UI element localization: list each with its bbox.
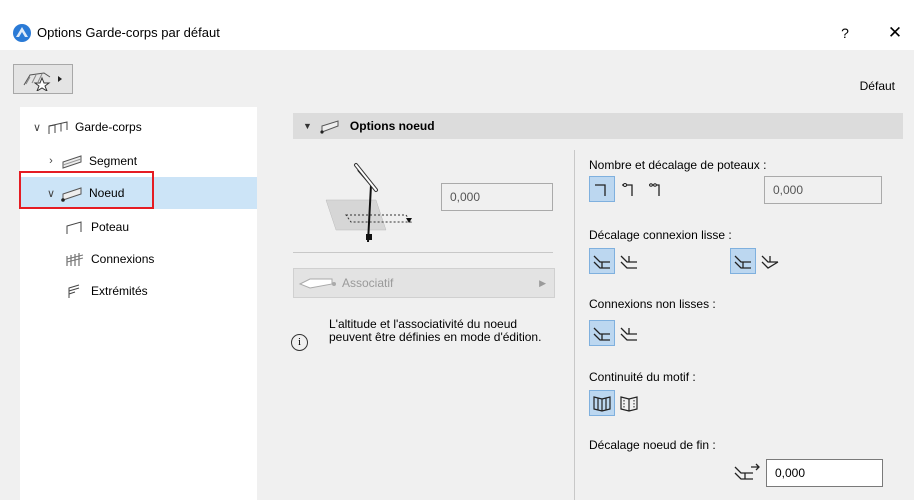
non-smooth-a-button[interactable] — [589, 320, 615, 346]
smooth-connection-alt-icon — [620, 255, 637, 269]
tree-item-garde-corps[interactable]: ∨ Garde-corps — [30, 113, 142, 141]
connections-icon — [66, 253, 84, 266]
segment-icon — [62, 155, 82, 169]
arrow-right-icon: ▶ — [539, 277, 546, 288]
node-elevation-field[interactable]: 0,000 — [441, 183, 553, 211]
associative-icon — [298, 278, 336, 289]
post-option-1-button[interactable] — [589, 176, 615, 202]
associative-button[interactable]: Associatif ▶ — [293, 268, 555, 298]
pattern-continuous-button[interactable] — [589, 390, 615, 416]
tree-item-label: Extrémités — [91, 284, 148, 298]
favorites-button[interactable] — [13, 64, 73, 94]
collapse-triangle-icon[interactable]: ▼ — [303, 121, 312, 131]
tree-item-poteau[interactable]: Poteau — [60, 213, 129, 241]
divider-vertical — [574, 150, 575, 500]
close-button[interactable]: ✕ — [880, 22, 910, 44]
end-node-offset-field[interactable]: 0,000 — [766, 459, 883, 487]
section-title: Options noeud — [349, 119, 435, 133]
node-preview-illustration — [325, 163, 412, 243]
ends-icon — [68, 284, 80, 298]
smooth-connection-angled-icon — [761, 255, 779, 269]
divider-horizontal — [293, 252, 553, 253]
non-smooth-label: Connexions non lisses : — [589, 297, 716, 311]
post-option-2-button[interactable] — [616, 176, 642, 202]
help-button[interactable]: ? — [830, 22, 860, 44]
tree-item-label: Poteau — [91, 220, 130, 234]
post-offset-field[interactable]: 0,000 — [764, 176, 882, 204]
pattern-restart-button[interactable] — [616, 390, 642, 416]
end-offset-label: Décalage noeud de fin : — [589, 438, 716, 452]
pattern-restart-icon — [620, 396, 638, 412]
window-title: Options Garde-corps par défaut — [37, 25, 220, 40]
info-message: L'altitude et l'associativité du noeud p… — [329, 317, 542, 344]
smooth-connection-icon — [593, 255, 610, 269]
smooth-connection-icon — [734, 255, 751, 269]
node-icon — [320, 120, 339, 134]
tree-item-label: Connexions — [91, 252, 155, 266]
smooth-offset-a-button[interactable] — [589, 248, 615, 274]
favorites-star-icon — [23, 72, 62, 91]
title-bar: Options Garde-corps par défaut ? ✕ — [0, 0, 914, 50]
default-favorite-label: Défaut — [859, 79, 895, 93]
tree-item-label: Segment — [89, 154, 138, 168]
pattern-continuous-icon — [593, 396, 611, 412]
post-end-icon — [595, 184, 606, 196]
post-count-label: Nombre et décalage de poteaux : — [589, 158, 767, 172]
non-smooth-connection-alt-icon — [620, 327, 637, 341]
chevron-right-icon[interactable]: › — [44, 155, 58, 167]
smooth-offset-label: Décalage connexion lisse : — [589, 228, 732, 242]
smooth-offset-d-button[interactable] — [757, 248, 783, 274]
section-header-options-noeud[interactable]: ▼ Options noeud — [293, 113, 903, 139]
post-option-3-button[interactable] — [643, 176, 669, 202]
tree-item-label: Garde-corps — [75, 120, 142, 134]
post-offset-icon — [622, 183, 633, 196]
pattern-continuity-label: Continuité du motif : — [589, 370, 696, 384]
highlight-annotation-box — [19, 171, 154, 209]
info-icon: i — [291, 334, 308, 351]
railing-icon — [48, 121, 68, 134]
tree-item-extremites[interactable]: Extrémités — [60, 277, 148, 305]
post-icon — [66, 221, 82, 234]
smooth-offset-b-button[interactable] — [616, 248, 642, 274]
associative-label: Associatif — [342, 276, 394, 290]
archicad-app-icon — [13, 24, 31, 42]
tree-item-connexions[interactable]: Connexions — [60, 245, 154, 273]
non-smooth-b-button[interactable] — [616, 320, 642, 346]
settings-tree: ∨ Garde-corps › Segment ∨ Noeud Poteau C… — [20, 107, 257, 500]
smooth-offset-c-button[interactable] — [730, 248, 756, 274]
non-smooth-connection-icon — [593, 327, 610, 341]
post-double-offset-icon — [649, 183, 660, 196]
end-node-offset-icon — [734, 463, 760, 480]
chevron-down-icon[interactable]: ∨ — [30, 121, 44, 134]
